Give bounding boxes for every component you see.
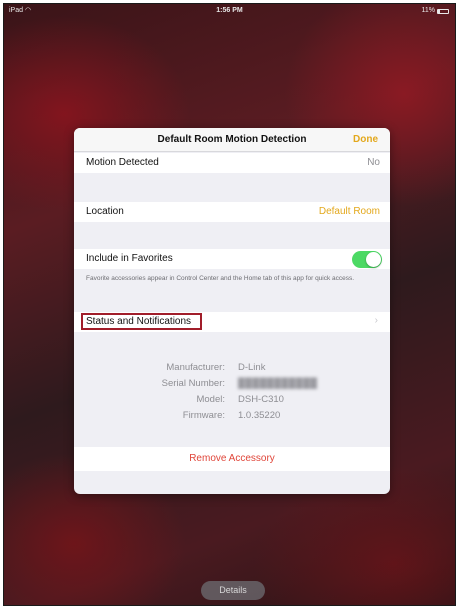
motion-detected-label: Motion Detected <box>86 157 159 168</box>
modal-nav-bar: Default Room Motion Detection Done <box>74 128 390 152</box>
model-value: DSH-C310 <box>238 394 284 405</box>
modal-title: Default Room Motion Detection <box>157 134 307 145</box>
battery-icon <box>437 8 449 14</box>
status-bar: iPad ◠ 1:56 PM 11% <box>4 4 455 18</box>
screen-frame: iPad ◠ 1:56 PM 11% Default Room Motion D… <box>3 3 456 606</box>
firmware-line: Firmware: 1.0.35220 <box>74 410 390 424</box>
location-value[interactable]: Default Room <box>319 206 380 217</box>
status-notifications-row[interactable]: Status and Notifications › <box>74 312 390 332</box>
details-button[interactable]: Details <box>201 581 265 600</box>
accessory-settings-modal: Default Room Motion Detection Done Motio… <box>74 128 390 494</box>
serial-label: Serial Number: <box>161 378 225 389</box>
remove-accessory-button[interactable]: Remove Accessory <box>74 447 390 471</box>
favorites-label: Include in Favorites <box>86 253 173 264</box>
manufacturer-label: Manufacturer: <box>166 362 225 373</box>
firmware-value: 1.0.35220 <box>238 410 281 421</box>
motion-detected-row: Motion Detected No <box>74 153 390 173</box>
serial-value-redacted: ███████████ <box>238 378 318 389</box>
chevron-right-icon: › <box>374 315 378 326</box>
manufacturer-line: Manufacturer: D-Link <box>74 362 390 376</box>
favorites-footnote: Favorite accessories appear in Control C… <box>86 275 355 282</box>
done-button[interactable]: Done <box>353 134 378 145</box>
firmware-label: Firmware: <box>182 410 225 421</box>
favorites-toggle[interactable] <box>352 251 382 268</box>
location-row[interactable]: Location Default Room <box>74 202 390 222</box>
motion-detected-value: No <box>367 157 380 168</box>
manufacturer-value: D-Link <box>238 362 266 373</box>
model-line: Model: DSH-C310 <box>74 394 390 408</box>
battery-percent: 11% <box>421 7 436 14</box>
battery-indicator: 11% <box>421 4 449 18</box>
serial-line: Serial Number: ███████████ <box>74 378 390 392</box>
status-notifications-label: Status and Notifications <box>86 316 192 327</box>
location-label: Location <box>86 206 124 217</box>
model-label: Model: <box>196 394 225 405</box>
status-time: 1:56 PM <box>216 7 243 14</box>
favorites-row: Include in Favorites <box>74 249 390 269</box>
